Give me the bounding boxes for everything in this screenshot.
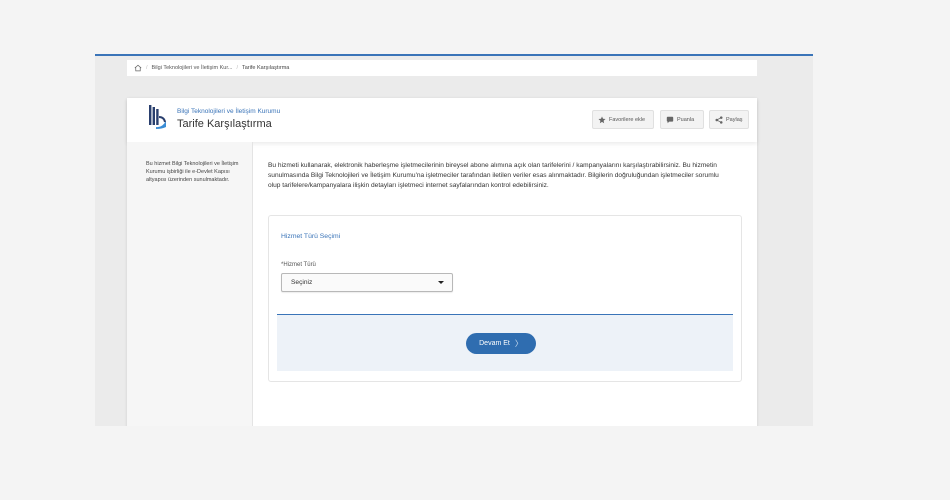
service-card: Bilgi Teknolojileri ve İletişim Kurumu T… xyxy=(127,98,757,426)
share-label: Paylaş xyxy=(726,116,743,123)
breadcrumb-current: Tarife Karşılaştırma xyxy=(241,65,290,71)
select-value: Seçiniz xyxy=(291,279,313,286)
breadcrumb-separator: / xyxy=(236,65,238,71)
service-type-panel: Hizmet Türü Seçimi *Hizmet Türü Seçiniz … xyxy=(268,215,742,382)
sidebar-info-text: Bu hizmet Bilgi Teknolojileri ve İletişi… xyxy=(146,161,239,184)
continue-label: Devam Et xyxy=(479,340,510,347)
chevron-right-icon: 〉 xyxy=(514,339,523,348)
share-button[interactable]: Paylaş xyxy=(709,110,749,129)
browser-viewport: / Bilgi Teknolojileri ve İletişim Kur...… xyxy=(95,54,813,426)
service-type-select[interactable]: Seçiniz xyxy=(281,273,453,292)
sidebar: Bu hizmet Bilgi Teknolojileri ve İletişi… xyxy=(127,142,253,426)
star-icon xyxy=(598,115,606,123)
service-type-label: *Hizmet Türü xyxy=(281,262,316,268)
page-title: Tarife Karşılaştırma xyxy=(177,118,272,130)
intro-text: Bu hizmeti kullanarak, elektronik haberl… xyxy=(268,162,719,189)
caret-down-icon xyxy=(438,281,444,284)
rate-label: Puanla xyxy=(677,116,695,123)
logo xyxy=(148,105,168,129)
add-favorite-button[interactable]: Favorilere ekle xyxy=(592,110,654,129)
continue-button[interactable]: Devam Et 〉 xyxy=(466,333,536,354)
rate-button[interactable]: Puanla xyxy=(660,110,704,129)
share-icon xyxy=(715,115,723,124)
panel-title: Hizmet Türü Seçimi xyxy=(281,233,341,240)
breadcrumb-org-link[interactable]: Bilgi Teknolojileri ve İletişim Kur... xyxy=(152,65,233,71)
breadcrumb: / Bilgi Teknolojileri ve İletişim Kur...… xyxy=(127,60,757,76)
action-area: Devam Et 〉 xyxy=(277,314,733,371)
add-favorite-label: Favorilere ekle xyxy=(609,116,646,123)
home-icon[interactable] xyxy=(133,64,142,73)
card-header: Bilgi Teknolojileri ve İletişim Kurumu T… xyxy=(127,98,757,142)
speech-bubble-icon xyxy=(666,116,674,123)
breadcrumb-separator: / xyxy=(146,65,148,71)
org-name: Bilgi Teknolojileri ve İletişim Kurumu xyxy=(177,108,281,115)
